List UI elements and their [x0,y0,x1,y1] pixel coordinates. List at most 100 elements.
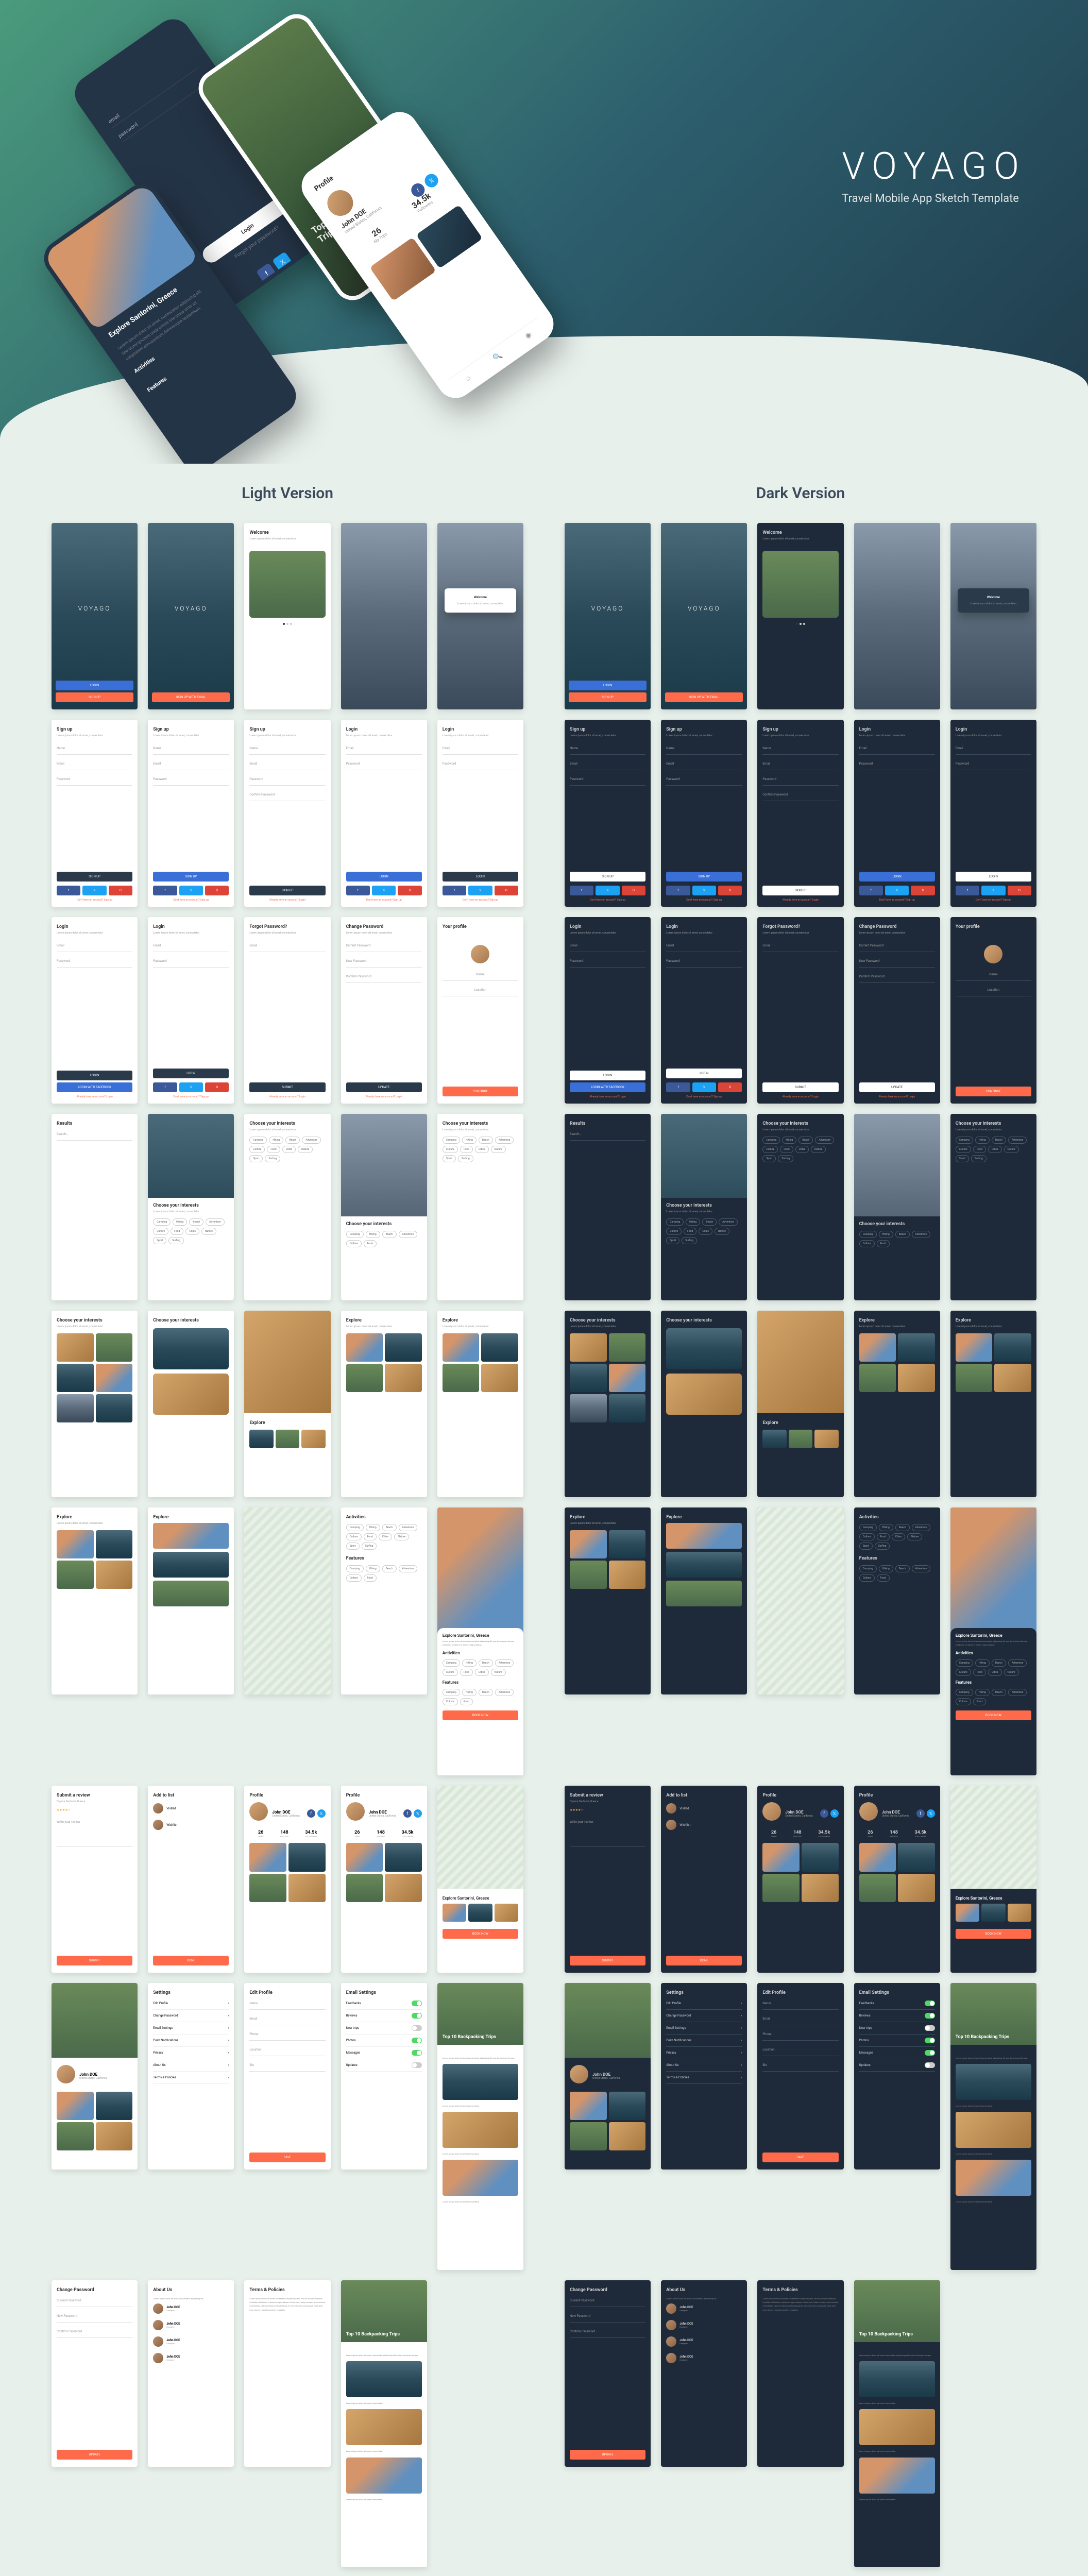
photo[interactable] [570,2092,607,2120]
chip-beach[interactable]: Beach [285,1137,300,1144]
chip-sport[interactable]: Sport [249,1155,263,1162]
chip-surfing[interactable]: Surfing [168,1237,184,1244]
chip-hiking[interactable]: Hiking [173,1218,187,1226]
interest-thumb[interactable] [609,1394,646,1422]
explore-card[interactable] [570,1561,607,1589]
twitter-icon[interactable]: 𝕏 [272,251,294,273]
photo[interactable] [570,2122,607,2150]
chip-food[interactable]: Food [973,1146,986,1153]
chip[interactable]: Beach [479,1659,493,1667]
book-button[interactable]: BOOK NOW [956,1710,1031,1720]
chip[interactable]: Culture [346,1574,362,1582]
interest-thumb[interactable] [57,1333,94,1362]
chip[interactable]: Beach [382,1231,397,1238]
auth-link[interactable]: Already have an account? Login [346,1095,422,1098]
chip-cities[interactable]: Cities [988,1146,1002,1153]
nearby-thumb[interactable] [1008,1904,1031,1922]
chip-culture[interactable]: Culture [443,1146,458,1153]
chip[interactable]: Adventure [1008,1689,1027,1696]
list-wishlist[interactable]: Wishlist [666,1817,742,1833]
field-bio[interactable]: Bio [249,2059,325,2072]
chip-adventure[interactable]: Adventure [206,1218,225,1226]
explore-card[interactable] [443,1333,480,1362]
toggle-switch[interactable] [925,2013,935,2019]
facebook-button[interactable]: f [346,886,370,895]
field-phone[interactable]: Phone [762,2028,838,2041]
save-button[interactable]: SAVE [762,2153,838,2162]
settings-item[interactable]: About Us› [153,2059,229,2072]
login-button[interactable]: LOGIN [56,681,133,690]
nearby-thumb[interactable] [468,1904,492,1922]
auth-link[interactable]: Don't have an account? Sign up [666,1095,742,1098]
chip-adventure[interactable]: Adventure [719,1218,738,1226]
twitter-icon[interactable]: 𝕏 [830,1809,839,1818]
review-input[interactable]: Write your review [57,1816,132,1847]
field-name[interactable]: Name [249,742,325,755]
chip[interactable]: Hiking [366,1231,380,1238]
facebook-button[interactable]: f [57,886,80,895]
interest-thumb[interactable] [96,1333,133,1362]
chip[interactable]: Food [460,1669,473,1676]
interest-thumb[interactable] [96,1364,133,1392]
field-new password[interactable]: New Password [859,955,935,968]
chip[interactable]: Sport [346,1543,360,1550]
chip[interactable]: Culture [443,1669,458,1676]
field-name[interactable]: Name [570,742,645,755]
chip[interactable]: Beach [382,1524,397,1531]
twitter-button[interactable]: 𝕏 [372,886,396,895]
field-password[interactable]: Password [249,773,325,786]
chip[interactable]: Culture [443,1698,458,1705]
chip[interactable]: Hiking [879,1524,893,1531]
auth-link[interactable]: Don't have an account? Sign up [443,899,518,902]
explore-card[interactable] [385,1333,422,1362]
toggle-switch[interactable] [925,2001,935,2006]
card[interactable] [789,1430,812,1448]
chip[interactable]: Food [877,1533,890,1540]
field-name[interactable]: Name [762,1997,838,2010]
auth-link[interactable]: Already have an account? Login [762,899,838,902]
field-email[interactable]: Email [570,940,645,952]
interest-thumb[interactable] [609,1364,646,1392]
chip-food[interactable]: Food [780,1146,793,1153]
trip-image[interactable] [346,2458,422,2494]
field-name[interactable]: Name [249,1997,325,2010]
chip[interactable]: Beach [895,1231,910,1238]
interest-thumb[interactable] [570,1364,607,1392]
field-name[interactable]: Name [762,742,838,755]
chip-beach[interactable]: Beach [479,1137,493,1144]
chip[interactable]: Hiking [366,1524,380,1531]
chip[interactable]: Hiking [975,1689,990,1696]
field-password[interactable]: Password [956,758,1031,770]
chip-culture[interactable]: Culture [666,1228,682,1235]
chip-beach[interactable]: Beach [702,1218,717,1226]
map[interactable] [757,1507,843,1694]
login-button[interactable]: LOGIN [570,1071,645,1080]
field-email[interactable]: Email [153,758,229,770]
login-button[interactable]: LOGIN [57,1071,132,1080]
search-input[interactable]: Search… [570,1128,645,1141]
facebook-button[interactable]: f [666,886,690,895]
twitter-icon[interactable]: 𝕏 [414,1809,422,1818]
chip[interactable]: Culture [859,1574,875,1582]
facebook-icon[interactable]: f [256,263,278,284]
search-icon[interactable]: 🔍 [491,351,504,363]
chip[interactable]: Food [973,1698,986,1705]
field-password[interactable]: Password [762,773,838,786]
twitter-icon[interactable]: 𝕏 [317,1809,326,1818]
field-current[interactable]: Current Password [57,2295,132,2307]
list-card[interactable] [153,1552,229,1578]
trip-thumb[interactable] [346,1843,383,1871]
explore-card[interactable] [346,1364,383,1392]
field-name[interactable]: Name [153,742,229,755]
card[interactable] [301,1430,325,1448]
chip[interactable]: Food [877,1240,890,1247]
field-email[interactable]: Email [249,940,325,952]
chip-camping[interactable]: Camping [956,1137,973,1144]
facebook-icon[interactable]: f [916,1809,925,1818]
toggle-switch[interactable] [412,2050,422,2056]
chip-food[interactable]: Food [460,1146,473,1153]
google-button[interactable]: G [718,1082,742,1092]
chip-cities[interactable]: Cities [185,1228,199,1235]
auth-link[interactable]: Don't have an account? Sign up [570,899,645,902]
field-password[interactable]: Password [346,758,422,770]
